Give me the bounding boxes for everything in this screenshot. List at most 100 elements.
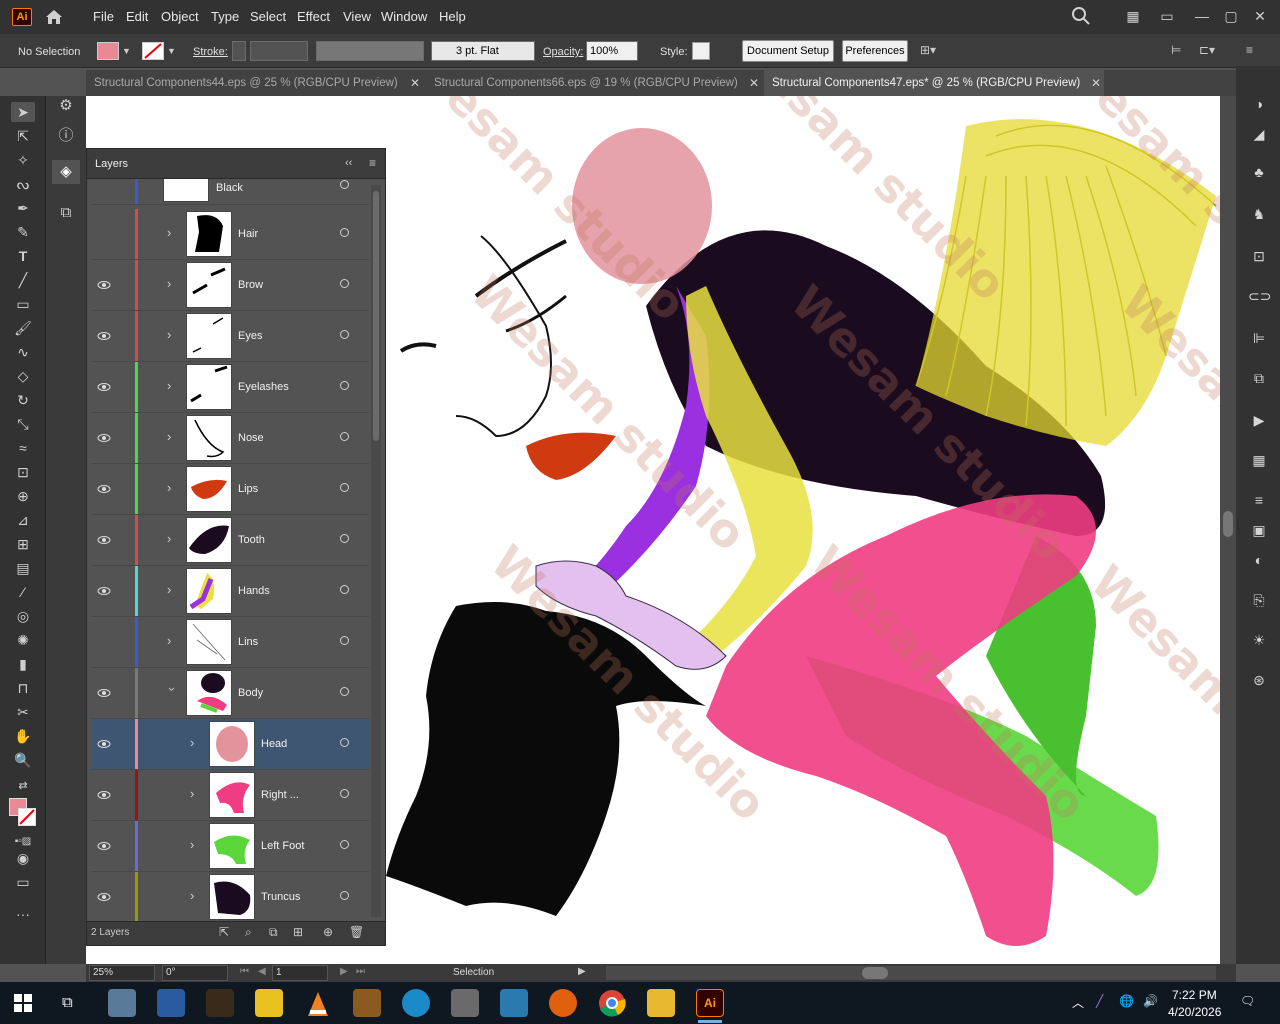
target-icon[interactable] — [340, 636, 349, 645]
symbol-sprayer-tool-icon[interactable]: ✺ — [11, 630, 35, 650]
slice-tool-icon[interactable]: ✂ — [11, 702, 35, 722]
minimize-icon[interactable]: — — [1192, 6, 1212, 26]
chevron-right-icon[interactable]: › — [167, 480, 177, 496]
stroke-stepper[interactable] — [232, 41, 246, 61]
arrange-documents-icon[interactable]: ▦ — [1123, 6, 1143, 26]
layer-name[interactable]: Lins — [238, 636, 258, 648]
layer-name[interactable]: Brow — [238, 279, 263, 291]
asset-export-icon[interactable]: ⎘ — [1248, 590, 1270, 610]
eye-icon[interactable] — [97, 431, 111, 445]
eye-icon[interactable] — [97, 380, 111, 394]
layer-row[interactable]: Black — [91, 179, 369, 205]
layer-name[interactable]: Eyes — [238, 330, 262, 342]
rectangle-tool-icon[interactable]: ▭ — [11, 294, 35, 314]
app-icon[interactable] — [451, 989, 479, 1017]
warp-tool-icon[interactable]: ≈ — [11, 438, 35, 458]
variable-width-profile[interactable] — [316, 41, 424, 61]
layer-row[interactable]: › Left Foot — [91, 821, 369, 872]
layer-row[interactable]: › Lins — [91, 617, 369, 668]
layer-row[interactable]: › Brow — [91, 260, 369, 311]
target-icon[interactable] — [340, 228, 349, 237]
first-artboard-icon[interactable]: ⏮ — [240, 966, 249, 977]
clock-time[interactable]: 7:22 PM — [1172, 988, 1217, 1002]
target-icon[interactable] — [340, 483, 349, 492]
clipping-mask-icon[interactable]: ⧉ — [269, 925, 278, 940]
eraser-tool-icon[interactable]: ◇ — [11, 366, 35, 386]
zoom-tool-icon[interactable]: 🔍 — [11, 750, 35, 770]
arrange-icon[interactable]: ⊞▾ — [920, 43, 936, 57]
swap-colors-icon[interactable]: ⇄ — [11, 776, 35, 796]
color-guide-icon[interactable]: ◢ — [1248, 124, 1270, 144]
previous-artboard-icon[interactable]: ◀ — [258, 966, 266, 977]
transform-icon[interactable]: ⊏▾ — [1199, 43, 1215, 57]
eye-icon[interactable] — [97, 839, 111, 853]
stroke-color-swatch[interactable] — [18, 808, 36, 826]
target-icon[interactable] — [340, 585, 349, 594]
preferences-button[interactable]: Preferences — [842, 40, 908, 62]
notification-icon[interactable]: 🗨 — [1240, 994, 1255, 1008]
pen-icon[interactable]: ╱ — [1096, 994, 1103, 1008]
more-tools-icon[interactable]: ··· — [11, 904, 35, 924]
layer-name[interactable]: Body — [238, 687, 263, 699]
workspace-icon[interactable]: ▭ — [1157, 6, 1177, 26]
layer-name[interactable]: Lips — [238, 483, 258, 495]
transform-panel-icon[interactable]: ⊡ — [1248, 246, 1270, 266]
menu-window[interactable]: Window — [381, 9, 427, 24]
target-icon[interactable] — [340, 432, 349, 441]
close-icon[interactable]: ✕ — [1250, 6, 1270, 26]
layers-panel-title[interactable]: Layers — [95, 158, 128, 170]
chevron-right-icon[interactable]: › — [190, 786, 200, 802]
layer-row[interactable]: › Hands — [91, 566, 369, 617]
maximize-icon[interactable]: ▢ — [1221, 6, 1241, 26]
status-menu-icon[interactable]: ▶ — [578, 966, 586, 977]
gradient-panel-icon[interactable]: ▣ — [1248, 520, 1270, 540]
tab-document-47[interactable]: Structural Components47.eps* @ 25 % (RGB… — [764, 70, 1104, 96]
close-icon[interactable]: ✕ — [749, 70, 759, 96]
layer-name[interactable]: Hands — [238, 585, 270, 597]
eye-icon[interactable] — [97, 788, 111, 802]
target-icon[interactable] — [340, 180, 349, 189]
brushes-icon[interactable]: ♞ — [1248, 204, 1270, 224]
image-trace-icon[interactable]: ▦ — [1248, 450, 1270, 470]
eyedropper-tool-icon[interactable]: ⁄ — [11, 582, 35, 602]
panel-menu-icon[interactable]: ≡ — [369, 156, 376, 170]
eye-icon[interactable] — [97, 278, 111, 292]
info-icon[interactable]: ⓘ — [56, 124, 76, 144]
layer-row[interactable]: › Eyelashes — [91, 362, 369, 413]
transparency-icon[interactable]: ◐ — [1248, 550, 1270, 570]
rotate-view-field[interactable]: 0° — [162, 965, 228, 981]
chevron-right-icon[interactable]: › — [167, 429, 177, 445]
target-icon[interactable] — [340, 840, 349, 849]
eye-icon[interactable] — [97, 482, 111, 496]
blend-tool-icon[interactable]: ◎ — [11, 606, 35, 626]
new-sublayer-icon[interactable]: ⊞ — [293, 925, 303, 939]
clock-date[interactable]: 4/20/2026 — [1168, 1005, 1221, 1019]
layer-row[interactable]: › Eyes — [91, 311, 369, 362]
menu-type[interactable]: Type — [211, 9, 239, 24]
scroll-thumb[interactable] — [862, 967, 888, 979]
color-panel-icon[interactable]: ◑ — [1248, 94, 1270, 114]
layer-name[interactable]: Tooth — [238, 534, 265, 546]
chevron-down-icon[interactable]: ▼ — [122, 46, 131, 56]
appearance-icon[interactable]: ☀ — [1248, 630, 1270, 650]
scroll-thumb[interactable] — [1223, 511, 1233, 537]
layer-row[interactable]: › Body — [91, 668, 369, 719]
close-icon[interactable]: ✕ — [410, 70, 420, 96]
panel-menu-icon[interactable]: ≡ — [1246, 43, 1253, 57]
home-icon[interactable] — [44, 7, 64, 27]
graphic-style-swatch[interactable] — [692, 42, 710, 60]
chevron-right-icon[interactable]: › — [190, 735, 200, 751]
mesh-tool-icon[interactable]: ⊞ — [11, 534, 35, 554]
layer-name[interactable]: Head — [261, 738, 287, 750]
layer-row[interactable]: › Lips — [91, 464, 369, 515]
menu-object[interactable]: Object — [161, 9, 199, 24]
stroke-swatch[interactable] — [142, 42, 164, 60]
layers-panel-icon[interactable]: ◈ — [52, 160, 80, 184]
menu-file[interactable]: File — [93, 9, 114, 24]
menu-effect[interactable]: Effect — [297, 9, 330, 24]
layer-row-selected[interactable]: › Head — [91, 719, 369, 770]
player-app-icon[interactable] — [255, 989, 283, 1017]
chevron-down-icon[interactable]: ▼ — [167, 46, 176, 56]
globe-icon[interactable]: 🌐 — [1119, 994, 1134, 1008]
chevron-up-icon[interactable]: ︿ — [1072, 994, 1084, 1011]
